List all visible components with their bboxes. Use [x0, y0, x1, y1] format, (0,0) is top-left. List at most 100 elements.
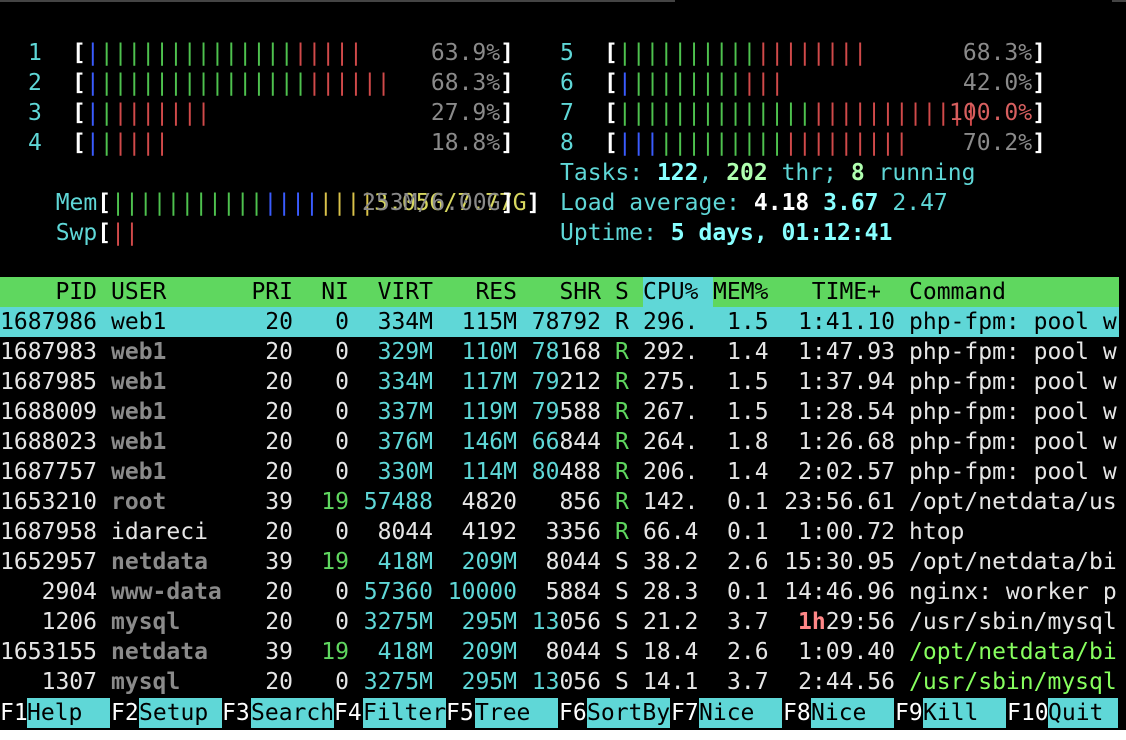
fkey-f8-number: F8 — [783, 700, 811, 726]
cell-mem: 0.1 — [727, 489, 769, 515]
fkey-f2-number: F2 — [111, 700, 139, 726]
cell-pid: 1687757 — [0, 459, 97, 485]
cell-cpu: 28.3 — [643, 579, 699, 605]
cell-user: mysql — [111, 669, 181, 695]
fkey-nice-button[interactable]: Nice - — [699, 698, 782, 740]
table-row[interactable]: 1206 mysql 20 0 3275M 295M 13056 S 21.2 3.7 1h29:5… — [0, 607, 1119, 637]
col-ni[interactable]: NI — [300, 277, 349, 307]
fkey-search-button[interactable]: Search — [251, 698, 334, 728]
cell-res: 209M — [461, 549, 517, 575]
fkey-sortby-button[interactable]: SortBy — [587, 698, 670, 728]
fkey-nice-button[interactable]: Nice + — [811, 698, 894, 740]
col-pid[interactable]: PID — [0, 277, 97, 307]
cell-user: web1 — [111, 429, 167, 455]
table-row[interactable]: 1687757 web1 20 0 330M 114M 80488 R 206. 1.4 2:02.… — [0, 457, 1119, 487]
col-mem[interactable]: MEM% — [713, 277, 768, 307]
cpu-4-bar: [|||||| — [72, 130, 169, 156]
cell-ni: 0 — [335, 399, 349, 425]
col-command[interactable]: Command — [909, 277, 1006, 307]
col-user[interactable]: USER — [111, 277, 166, 307]
table-row[interactable]: 1687985 web1 20 0 334M 117M 79212 R 275. 1.5 1:37.… — [0, 367, 1119, 397]
cpu-5-label: 5 — [560, 40, 574, 66]
uptime-line: Uptime: 5 days, 01:12:41 — [560, 218, 892, 248]
cell-pid: 1206 — [41, 609, 97, 635]
fkey-quit-button[interactable]: Quit — [1048, 698, 1118, 728]
cell-pid: 1688009 — [0, 399, 97, 425]
cell-ni: 19 — [321, 639, 349, 665]
cpu-1-percent-value: 63.9% — [430, 40, 501, 66]
cell-s: R — [615, 459, 629, 485]
cell-time: 14:46.96 — [784, 579, 895, 605]
table-row[interactable]: 1688009 web1 20 0 337M 119M 79588 R 267. 1.5 1:28.… — [0, 397, 1119, 427]
tasks-count: 122 — [656, 160, 699, 186]
cell-mem: 2.6 — [727, 549, 769, 575]
cell-virt: 3275M — [363, 609, 433, 635]
cell-res: 114M — [461, 459, 517, 485]
col-res[interactable]: RES — [440, 277, 517, 307]
cell-user: netdata — [111, 549, 208, 575]
table-row[interactable]: 2904 www-data 20 0 57360 10000 5884 S 28.3 0.1 14:… — [0, 577, 1119, 607]
load-line: Load average: 4.18 3.67 2.47 — [560, 188, 948, 218]
cell-virt: 418M — [377, 549, 433, 575]
cell-pid: 1687958 — [0, 519, 97, 545]
fkey-f10-number: F10 — [1007, 700, 1049, 726]
col-virt[interactable]: VIRT — [360, 277, 433, 307]
table-row[interactable]: 1653210 root 39 19 57488 4820 856 R 142. 0.1 23:56… — [0, 487, 1119, 517]
cell-pid: 1688023 — [0, 429, 97, 455]
cell-s: R — [615, 489, 629, 515]
fkey-filter-button[interactable]: Filter — [363, 698, 446, 728]
fkey-f7-number: F7 — [671, 700, 699, 726]
fkey-help-button[interactable]: Help — [27, 698, 110, 728]
cell-res: 4820 — [461, 489, 517, 515]
cell-cmd: php-fpm: pool w — [909, 309, 1117, 335]
tasks-label: Tasks: — [560, 160, 657, 186]
cell-s: S — [615, 669, 629, 695]
table-row[interactable]: 1687983 web1 20 0 329M 110M 78168 R 292. 1.4 1:47.… — [0, 337, 1119, 367]
col-shr[interactable]: SHR — [525, 277, 601, 307]
table-row[interactable]: 1653155 netdata 39 19 418M 209M 8044 S 18.4 2.6 1:… — [0, 637, 1119, 667]
cell-mem: 1.5 — [727, 399, 769, 425]
cpu-7-percent: 100.0%] — [949, 100, 1046, 126]
cell-time: 2:44.56 — [798, 669, 895, 695]
cell-ni: 0 — [335, 339, 349, 365]
fkey-setup-button[interactable]: Setup — [139, 698, 222, 728]
cell-s: R — [615, 519, 629, 545]
cell-virt: 418M — [377, 639, 433, 665]
cell-pri: 39 — [265, 549, 293, 575]
cell-shr: 3356 — [545, 519, 601, 545]
cell-time: 1:28.54 — [798, 399, 895, 425]
fkey-kill-button[interactable]: Kill — [923, 698, 1006, 728]
cell-cpu: 275. — [643, 369, 699, 395]
fkey-tree-button[interactable]: Tree — [475, 698, 558, 728]
cpu-5-percent-value: 68.3% — [962, 40, 1033, 66]
col-state[interactable]: S — [615, 277, 629, 307]
cell-pid: 1652957 — [0, 549, 97, 575]
cell-shr: 78168 — [531, 339, 601, 365]
cell-ni: 0 — [335, 309, 349, 335]
cell-shr: 79212 — [531, 369, 601, 395]
col-cpu-sorted[interactable]: CPU% — [643, 277, 713, 307]
cell-res: 110M — [461, 339, 517, 365]
threads-count: 202 — [726, 160, 768, 186]
table-row-selected[interactable]: 1687986 web1 20 0 334M 115M 78792 R 296. 1.5 1:41.… — [0, 307, 1119, 337]
load-label: Load average: — [560, 190, 754, 216]
cell-pid: 2904 — [41, 579, 97, 605]
table-row[interactable]: 1652957 netdata 39 19 418M 209M 8044 S 38.2 2.6 15… — [0, 547, 1119, 577]
cell-mem: 1.4 — [727, 339, 769, 365]
cell-s: S — [615, 609, 629, 635]
col-time[interactable]: TIME+ — [780, 277, 881, 307]
cell-s: S — [615, 639, 629, 665]
cell-time: 15:30.95 — [784, 549, 895, 575]
table-row[interactable]: 1307 mysql 20 0 3275M 295M 13056 S 14.1 3.7 2:44.5… — [0, 667, 1119, 697]
table-row[interactable]: 1687958 idareci 20 0 8044 4192 3356 R 66.4 0.1 1:0… — [0, 517, 1119, 547]
col-pri[interactable]: PRI — [230, 277, 293, 307]
cell-s: R — [615, 309, 629, 335]
cpu-6-bar: [|||||||||||| — [604, 70, 785, 96]
cell-time: 1:09.40 — [798, 639, 895, 665]
cell-pri: 20 — [265, 669, 293, 695]
cell-pid: 1307 — [41, 669, 97, 695]
cell-cpu: 38.2 — [643, 549, 699, 575]
cpu-8-label: 8 — [560, 130, 574, 156]
table-row[interactable]: 1688023 web1 20 0 376M 146M 66844 R 264. 1.8 1:26.… — [0, 427, 1119, 457]
cell-shr: 79588 — [531, 399, 601, 425]
